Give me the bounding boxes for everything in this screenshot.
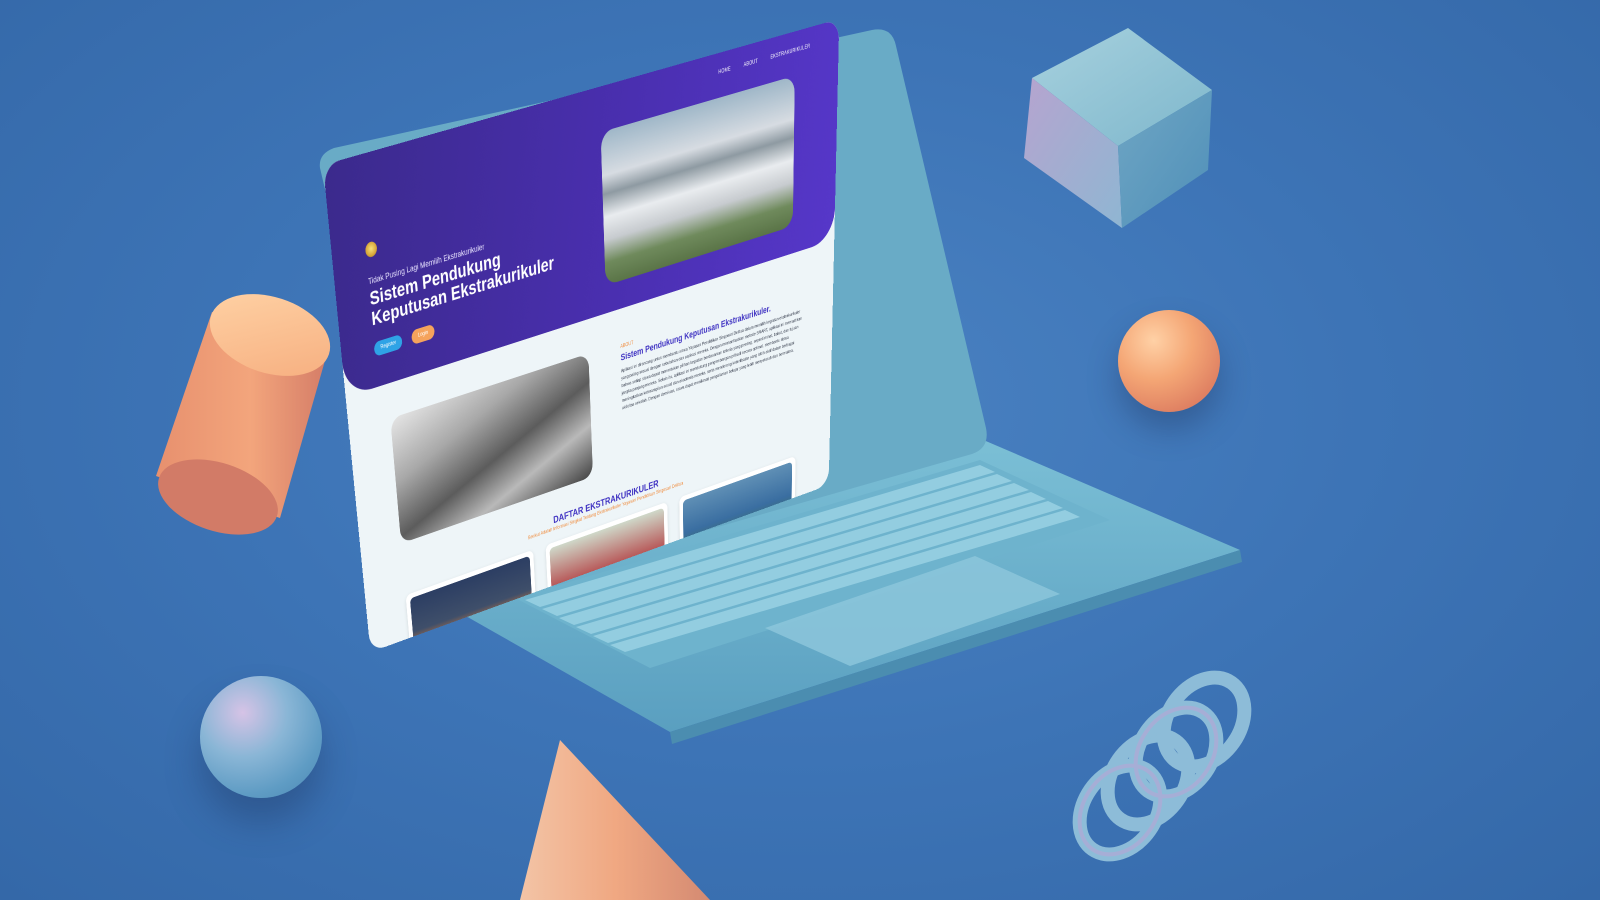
cone-object [520,740,710,900]
nav-ekstrakurikuler-link[interactable]: EKSTRAKURIKULER [771,44,811,61]
login-button[interactable]: Login [411,323,435,346]
scene: HOME ABOUT EKSTRAKURIKULER Tidak Pusing … [0,0,1600,900]
top-nav: HOME ABOUT EKSTRAKURIKULER [718,44,810,76]
blue-sphere-object [200,676,322,798]
nav-about-link[interactable]: ABOUT [744,59,758,69]
hero-title: Sistem Pendukung Keputusan Ekstrakurikul… [368,249,555,331]
school-logo-icon [364,240,378,259]
nav-home-link[interactable]: HOME [718,66,730,75]
hero-group-photo [600,75,795,286]
orange-sphere-object [1118,310,1220,412]
cylinder-object [156,294,331,535]
register-button[interactable]: Register [373,333,403,357]
cube-object [1024,28,1212,228]
